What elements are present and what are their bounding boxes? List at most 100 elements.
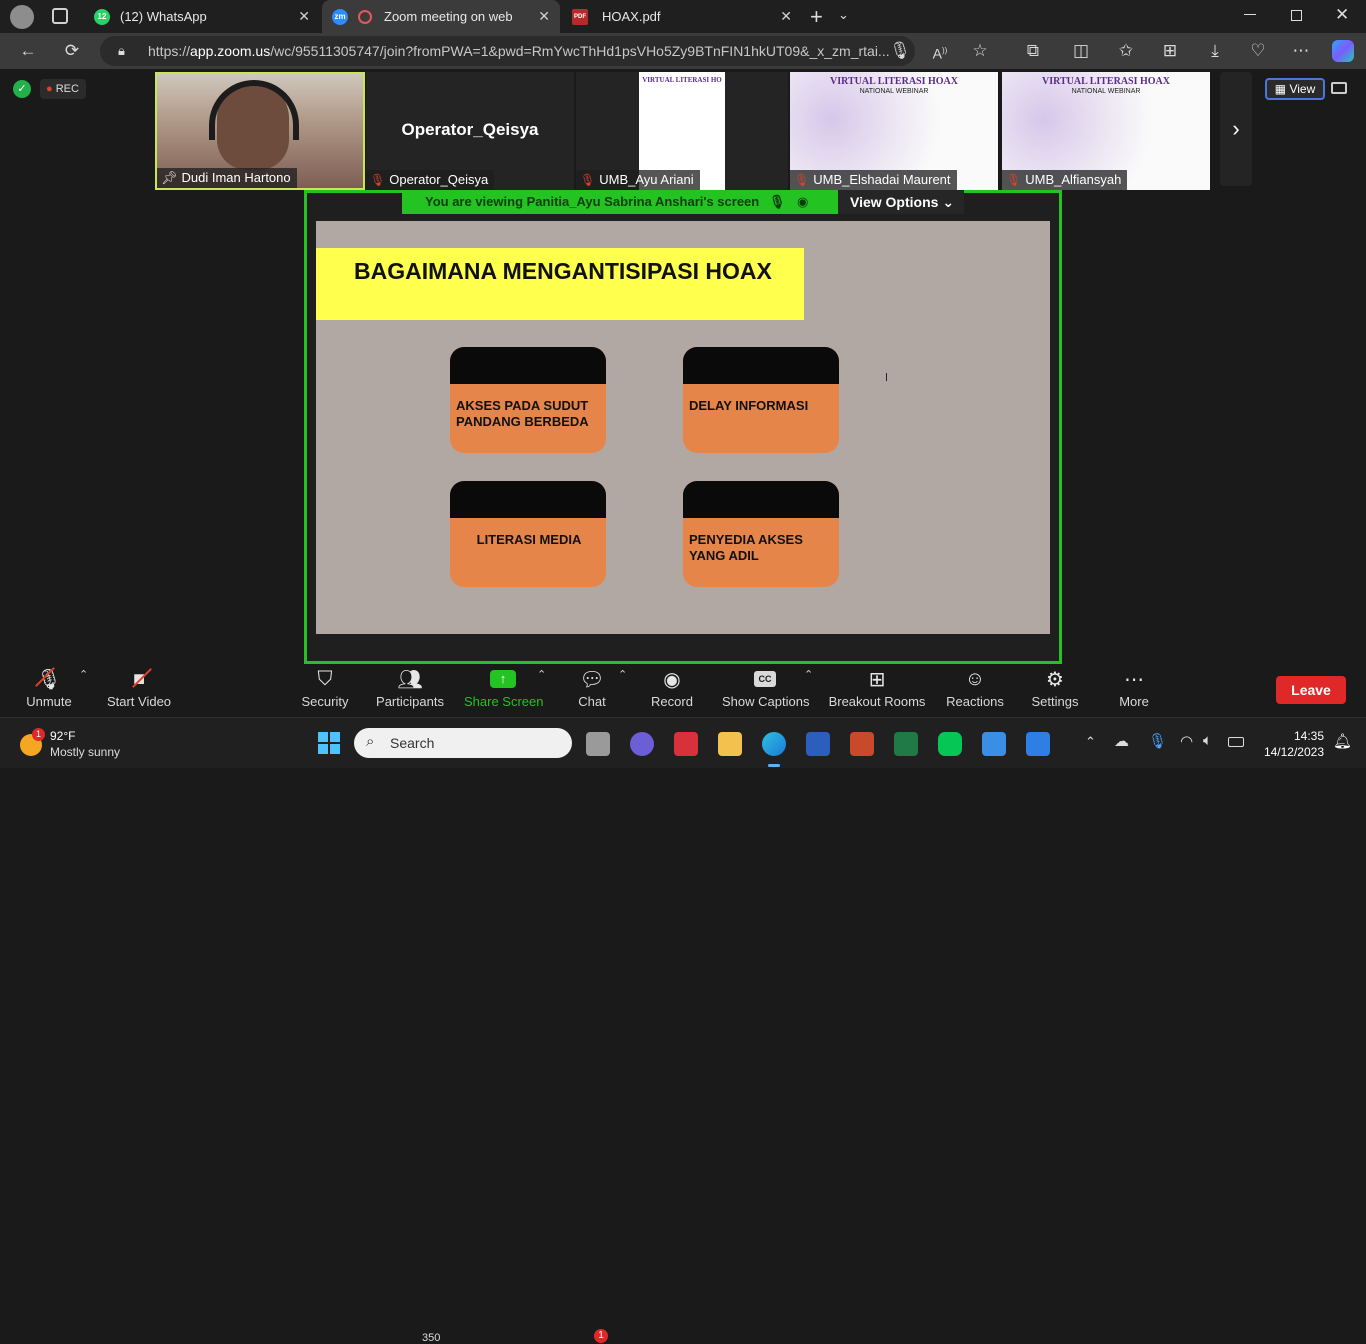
chevron-up-icon[interactable]: ⌃ bbox=[79, 668, 88, 681]
chevron-up-icon[interactable]: ⌃ bbox=[804, 668, 813, 681]
shared-slide: BAGAIMANA MENGANTISIPASI HOAX AKSES PADA… bbox=[316, 221, 1050, 634]
slide-title: BAGAIMANA MENGANTISIPASI HOAX bbox=[354, 258, 772, 284]
share-screen-button[interactable]: ↑ Share Screen bbox=[464, 664, 544, 717]
window-close-icon[interactable]: ✕ bbox=[1335, 5, 1349, 25]
collections-icon[interactable]: ⊞ bbox=[1158, 40, 1182, 62]
tab-hoax-pdf[interactable]: PDF HOAX.pdf ✕ bbox=[562, 0, 802, 33]
favorites-icon[interactable]: ✩ bbox=[1114, 40, 1138, 62]
taskbar-search[interactable]: ⌕ Search bbox=[354, 728, 572, 758]
refresh-icon[interactable]: ⟳ bbox=[60, 40, 84, 62]
recording-dot-icon bbox=[358, 9, 372, 24]
more-button[interactable]: ⋯ More bbox=[1112, 664, 1156, 717]
close-icon[interactable]: ✕ bbox=[538, 8, 550, 25]
favorite-star-icon[interactable]: ☆ bbox=[968, 40, 992, 62]
view-button[interactable]: ▦ View bbox=[1265, 78, 1325, 100]
view-button-label: View bbox=[1289, 82, 1316, 96]
tab-whatsapp[interactable]: 12 (12) WhatsApp ✕ bbox=[84, 0, 320, 33]
slide-card: PENYEDIA AKSES YANG ADIL bbox=[683, 481, 839, 587]
tab-actions-icon[interactable] bbox=[52, 8, 68, 24]
performance-icon[interactable]: ♡ bbox=[1246, 40, 1270, 62]
line-app-icon[interactable] bbox=[938, 732, 962, 756]
active-app-indicator bbox=[768, 764, 780, 767]
clock[interactable]: 14:35 14/12/2023 bbox=[1258, 728, 1324, 760]
edge-browser-icon[interactable] bbox=[762, 732, 786, 756]
minimize-icon[interactable] bbox=[1244, 14, 1256, 15]
battery-icon[interactable] bbox=[1228, 737, 1244, 747]
calendar-icon[interactable] bbox=[1026, 732, 1050, 756]
windows-taskbar: 1 92°F Mostly sunny ⌕ Search ⌃ ☁ 🎙︎ ◠ 🔈︎… bbox=[0, 717, 1366, 768]
copilot-icon[interactable] bbox=[1332, 40, 1354, 62]
chevron-down-icon: ⌄ bbox=[942, 194, 955, 210]
chevron-up-icon[interactable]: ⌃ bbox=[537, 668, 546, 681]
wifi-icon[interactable]: ◠ bbox=[1180, 732, 1193, 750]
word-icon[interactable] bbox=[806, 732, 830, 756]
leave-button[interactable]: Leave bbox=[1276, 676, 1346, 704]
participant-tile[interactable]: VIRTUAL LITERASI HOAX NATIONAL WEBINAR 🎙… bbox=[1002, 72, 1210, 190]
record-button[interactable]: ◉ Record bbox=[648, 664, 696, 717]
exit-fullscreen-icon[interactable] bbox=[1331, 82, 1347, 94]
participant-tile[interactable]: VIRTUAL LITERASI HOAX NATIONAL WEBINAR 🎙… bbox=[790, 72, 998, 190]
tab-zoom[interactable]: zm Zoom meeting on web ✕ bbox=[322, 0, 560, 33]
breakout-rooms-button[interactable]: ⊞ Breakout Rooms bbox=[828, 664, 926, 717]
cloud-offline-icon[interactable]: ☁ bbox=[1114, 732, 1129, 750]
excel-icon[interactable] bbox=[894, 732, 918, 756]
notepad-icon[interactable] bbox=[982, 732, 1006, 756]
record-icon: ◉ bbox=[663, 668, 681, 691]
microphone-icon[interactable]: 🎙︎ bbox=[1148, 732, 1167, 750]
split-screen-icon[interactable]: ◫ bbox=[1069, 40, 1093, 62]
show-captions-button[interactable]: CC Show Captions bbox=[722, 664, 809, 717]
weather-desc: Mostly sunny bbox=[50, 745, 121, 759]
app-icon[interactable] bbox=[674, 732, 698, 756]
rec-dot-icon: ● bbox=[46, 83, 53, 95]
reactions-label: Reactions bbox=[946, 694, 1004, 709]
security-label: Security bbox=[301, 694, 349, 709]
settings-button[interactable]: ⚙ Settings bbox=[1028, 664, 1082, 717]
restore-icon[interactable] bbox=[1291, 10, 1302, 21]
participants-button[interactable]: 👥︎ Participants bbox=[374, 664, 446, 717]
new-tab-icon[interactable]: + bbox=[810, 4, 823, 30]
next-page-chevron-icon[interactable]: › bbox=[1220, 72, 1252, 186]
address-bar[interactable]: 🔒︎ https://app.zoom.us/wc/95511305747/jo… bbox=[100, 36, 915, 66]
clock-time: 14:35 bbox=[1293, 729, 1324, 743]
security-shield-icon: ✓ bbox=[13, 80, 31, 98]
close-icon[interactable]: ✕ bbox=[780, 8, 792, 25]
menu-dots-icon[interactable]: ⋯ bbox=[1289, 40, 1313, 62]
recording-indicator[interactable]: ● REC bbox=[40, 79, 86, 99]
read-aloud-icon[interactable]: A)) bbox=[928, 40, 952, 65]
weather-temp: 92°F bbox=[50, 729, 76, 743]
security-button[interactable]: ⛉ Security bbox=[298, 664, 352, 717]
search-placeholder: Search bbox=[390, 735, 435, 751]
task-view-icon[interactable] bbox=[586, 732, 610, 756]
file-explorer-icon[interactable] bbox=[718, 732, 742, 756]
reactions-button[interactable]: ☺ Reactions bbox=[944, 664, 1006, 717]
meeting-toolbar: 🎙︎ Unmute ⌃ ■ Start Video ⛉ Security 👥︎ … bbox=[0, 664, 1366, 1344]
participant-name: Dudi Iman Hartono bbox=[181, 170, 291, 185]
chevron-up-icon[interactable]: ⌃ bbox=[618, 668, 627, 681]
extensions-icon[interactable]: ⧉ bbox=[1021, 40, 1045, 62]
microphone-icon[interactable]: 🎙︎ bbox=[888, 40, 912, 62]
chevron-up-icon[interactable]: ⌃ bbox=[1085, 734, 1096, 750]
tab-list-chevron-icon[interactable]: ⌄ bbox=[838, 7, 849, 23]
volume-icon[interactable]: 🔈︎ bbox=[1203, 732, 1212, 749]
notification-icon[interactable]: 🔔︎ bbox=[1333, 732, 1352, 750]
more-label: More bbox=[1119, 694, 1149, 709]
view-options-button[interactable]: View Options ⌄ bbox=[838, 190, 964, 214]
muted-mic-icon: 🎙︎ bbox=[35, 666, 62, 691]
unmute-button[interactable]: 🎙︎ Unmute bbox=[22, 664, 76, 717]
close-icon[interactable]: ✕ bbox=[298, 8, 310, 25]
weather-widget[interactable]: 1 92°F Mostly sunny bbox=[18, 726, 138, 762]
profile-avatar[interactable] bbox=[10, 5, 34, 29]
back-arrow-icon[interactable]: ← bbox=[16, 40, 40, 62]
participant-tile[interactable]: Operator_Qeisya 🎙︎ Operator_Qeisya bbox=[366, 72, 574, 190]
participant-tile[interactable]: VIRTUAL LITERASI HO 🎙︎ UMB_Ayu Ariani bbox=[576, 72, 788, 190]
downloads-icon[interactable]: ⤓ bbox=[1203, 40, 1227, 62]
record-label: Record bbox=[651, 694, 693, 709]
participant-tile[interactable]: 📌︎ Dudi Iman Hartono bbox=[155, 72, 365, 190]
weather-badge: 1 bbox=[32, 728, 45, 741]
meet-icon[interactable] bbox=[630, 732, 654, 756]
powerpoint-icon[interactable] bbox=[850, 732, 874, 756]
slide-card-label: PENYEDIA AKSES YANG ADIL bbox=[689, 532, 803, 563]
start-windows-icon[interactable] bbox=[318, 732, 340, 754]
start-video-button[interactable]: ■ Start Video bbox=[106, 664, 172, 717]
chat-button[interactable]: 💬︎ Chat bbox=[570, 664, 614, 717]
